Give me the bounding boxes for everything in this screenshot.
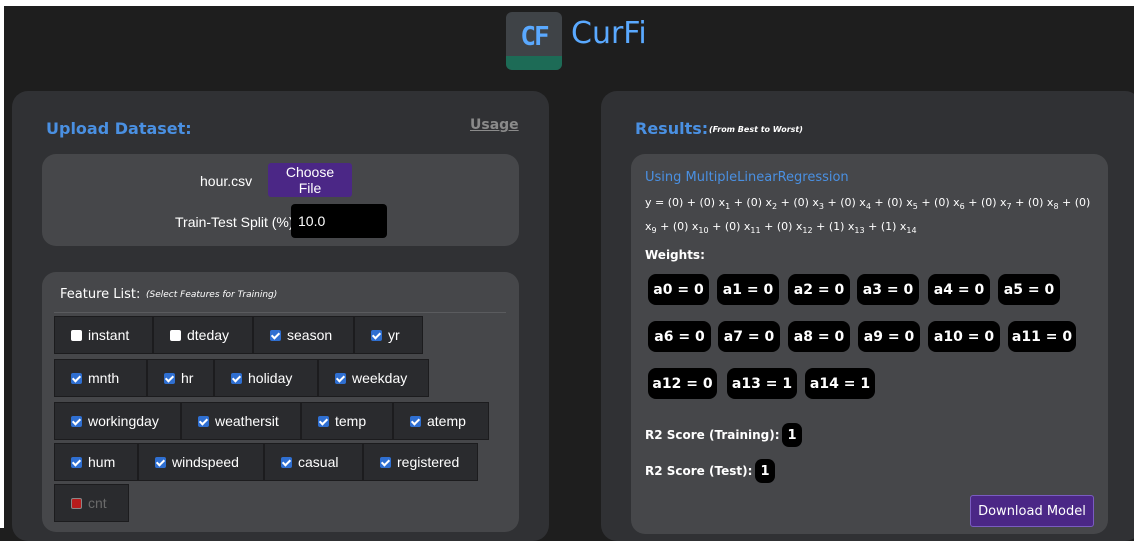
feature-option-workingday[interactable]: workingday bbox=[54, 402, 181, 440]
logo-mark: CF bbox=[520, 22, 549, 52]
r2-test-value: 1 bbox=[755, 459, 775, 483]
feature-checkbox[interactable] bbox=[335, 372, 346, 384]
feature-option-weathersit[interactable]: weathersit bbox=[181, 402, 301, 440]
feature-checkbox[interactable] bbox=[231, 372, 242, 384]
feature-checkbox[interactable] bbox=[281, 456, 292, 468]
feature-label: hum bbox=[88, 454, 116, 470]
feature-label: registered bbox=[397, 454, 460, 470]
feature-list-label: Feature List: bbox=[60, 287, 141, 302]
weight-chip: a12 = 0 bbox=[648, 368, 717, 399]
weight-chip: a1 = 0 bbox=[717, 274, 779, 305]
feature-list-hint: (Select Features for Training) bbox=[146, 290, 278, 300]
feature-option-windspeed[interactable]: windspeed bbox=[138, 443, 264, 481]
feature-checkbox[interactable] bbox=[318, 415, 329, 427]
feature-checkbox[interactable] bbox=[198, 415, 209, 427]
selected-file-name: hour.csv bbox=[200, 173, 253, 189]
feature-label: instant bbox=[88, 327, 130, 343]
r2-training-value: 1 bbox=[782, 423, 802, 447]
feature-option-cnt: cnt bbox=[54, 484, 129, 522]
feature-option-hum[interactable]: hum bbox=[54, 443, 138, 481]
r2-test-label: R2 Score (Test): bbox=[645, 464, 753, 478]
feature-option-weekday[interactable]: weekday bbox=[318, 359, 429, 397]
feature-option-hr[interactable]: hr bbox=[147, 359, 214, 397]
train-test-split-input[interactable] bbox=[291, 204, 387, 238]
regression-equation: y = (0) + (0) x1 + (0) x2 + (0) x3 + (0)… bbox=[645, 196, 1091, 236]
feature-label: temp bbox=[335, 413, 367, 429]
feature-option-registered[interactable]: registered bbox=[363, 443, 478, 481]
feature-option-holiday[interactable]: holiday bbox=[214, 359, 318, 397]
weight-chip: a11 = 0 bbox=[1008, 321, 1076, 352]
feature-label: cnt bbox=[88, 495, 107, 511]
feature-checkbox[interactable] bbox=[270, 329, 281, 341]
feature-label: weekday bbox=[352, 370, 408, 386]
weight-chip: a6 = 0 bbox=[648, 321, 711, 352]
app-header bbox=[4, 6, 1134, 80]
feature-label: holiday bbox=[248, 370, 293, 386]
feature-checkbox[interactable] bbox=[380, 456, 391, 468]
feature-label: atemp bbox=[427, 413, 466, 429]
feature-option-dteday[interactable]: dteday bbox=[153, 316, 253, 354]
feature-option-temp[interactable]: temp bbox=[301, 402, 393, 440]
results-subtitle: (From Best to Worst) bbox=[709, 125, 803, 134]
feature-checkbox[interactable] bbox=[155, 456, 166, 468]
feature-option-season[interactable]: season bbox=[253, 316, 354, 354]
train-test-split-label: Train-Test Split (%): bbox=[175, 214, 298, 230]
feature-checkbox[interactable] bbox=[71, 329, 82, 341]
choose-file-button[interactable]: Choose File bbox=[268, 163, 352, 197]
feature-option-instant[interactable]: instant bbox=[54, 316, 153, 354]
weight-chip: a0 = 0 bbox=[648, 274, 709, 305]
feature-checkbox[interactable] bbox=[371, 329, 382, 341]
feature-label: mnth bbox=[88, 370, 120, 386]
weight-chip: a13 = 1 bbox=[727, 368, 797, 399]
weight-chip: a9 = 0 bbox=[858, 321, 920, 352]
weight-chip: a10 = 0 bbox=[928, 321, 1000, 352]
feature-option-atemp[interactable]: atemp bbox=[393, 402, 489, 440]
weight-chip: a5 = 0 bbox=[998, 274, 1060, 305]
feature-option-casual[interactable]: casual bbox=[264, 443, 363, 481]
feature-option-mnth[interactable]: mnth bbox=[54, 359, 147, 397]
feature-checkbox[interactable] bbox=[71, 415, 82, 427]
algorithm-name: Using MultipleLinearRegression bbox=[645, 170, 849, 185]
weight-chip: a3 = 0 bbox=[857, 274, 919, 305]
results-title: Results: bbox=[635, 119, 709, 138]
app-title: CurFi bbox=[571, 16, 647, 51]
upload-title: Upload Dataset: bbox=[46, 119, 192, 138]
feature-checkbox[interactable] bbox=[410, 415, 421, 427]
feature-divider bbox=[54, 312, 506, 313]
download-model-button[interactable]: Download Model bbox=[970, 495, 1094, 527]
weight-chip: a7 = 0 bbox=[718, 321, 780, 352]
feature-checkbox[interactable] bbox=[170, 329, 181, 341]
feature-checkbox bbox=[71, 497, 82, 509]
weight-chip: a4 = 0 bbox=[928, 274, 990, 305]
app-logo: CF bbox=[506, 12, 562, 70]
feature-option-yr[interactable]: yr bbox=[354, 316, 423, 354]
feature-label: dteday bbox=[187, 327, 230, 343]
weights-label: Weights: bbox=[645, 248, 705, 262]
feature-label: yr bbox=[388, 327, 400, 343]
feature-label: season bbox=[287, 327, 333, 343]
weight-chip: a8 = 0 bbox=[788, 321, 850, 352]
weight-chip: a14 = 1 bbox=[805, 368, 875, 399]
usage-link[interactable]: Usage bbox=[470, 117, 519, 133]
feature-label: workingday bbox=[88, 413, 159, 429]
feature-checkbox[interactable] bbox=[71, 456, 82, 468]
feature-label: casual bbox=[298, 454, 339, 470]
weight-chip: a2 = 0 bbox=[788, 274, 850, 305]
feature-label: hr bbox=[181, 370, 194, 386]
feature-checkbox[interactable] bbox=[164, 372, 175, 384]
feature-label: weathersit bbox=[215, 413, 279, 429]
feature-checkbox[interactable] bbox=[71, 372, 82, 384]
r2-training-label: R2 Score (Training): bbox=[645, 428, 780, 442]
feature-label: windspeed bbox=[172, 454, 239, 470]
